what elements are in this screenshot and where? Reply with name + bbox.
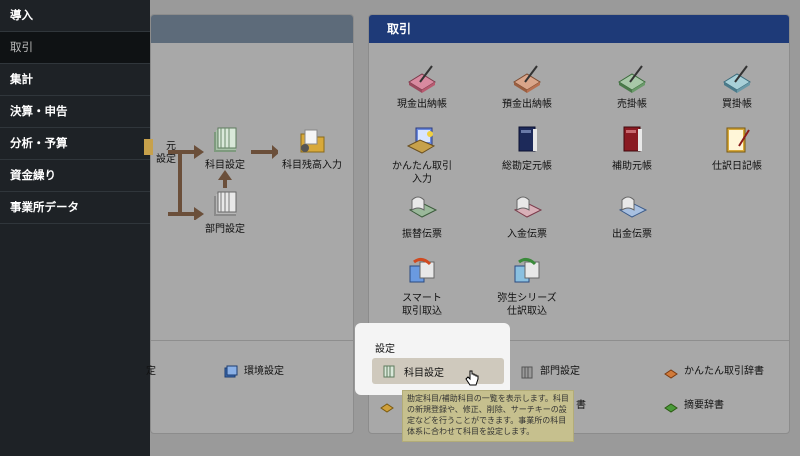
accounts-icon — [383, 365, 395, 378]
furikae-denpyo[interactable]: 振替伝票 — [382, 192, 462, 241]
kantan-torihiki-nyuryoku[interactable]: かんたん取引 入力 — [382, 124, 462, 186]
kaikake-label: 買掛帳 — [722, 99, 752, 110]
sidebar-item-bunseki[interactable]: 分析・予算 — [0, 128, 150, 160]
ledger-pen-icon — [408, 65, 436, 93]
tekiyo-jisho-link[interactable]: 摘要辞書 — [664, 396, 724, 416]
flow-kamoku-zandaka[interactable]: 科目残高入力 — [280, 126, 344, 172]
hojo-motocho[interactable]: 補助元帳 — [592, 124, 672, 173]
import-icon — [514, 257, 540, 283]
tekiyo-jisho-label: 摘要辞書 — [684, 400, 724, 411]
partial-settings-label: 定 — [146, 366, 156, 377]
accounts-icon — [521, 366, 533, 379]
yayoi-series-shiwake-torikomi[interactable]: 弥生シリーズ 仕訳取込 — [487, 256, 567, 318]
slip-icon — [513, 196, 543, 218]
sidebar-item-kessan[interactable]: 決算・申告 — [0, 96, 150, 128]
urikakecho[interactable]: 売掛帳 — [592, 62, 672, 111]
sidebar-item-donyu[interactable]: 導入 — [0, 0, 150, 32]
kantan-label-2: 入力 — [412, 174, 432, 185]
souki-label: 総勘定元帳 — [502, 161, 552, 172]
partial-icon — [144, 139, 153, 155]
flow-bumon-label: 部門設定 — [205, 224, 245, 235]
sokanjo-motocho[interactable]: 総勘定元帳 — [487, 124, 567, 173]
env-settings-label: 環境設定 — [244, 366, 284, 377]
shukkin-label: 出金伝票 — [612, 229, 652, 240]
import-icon — [409, 257, 435, 283]
hand-cursor-icon — [465, 370, 479, 386]
partial-jisho-text: 書 — [576, 396, 586, 416]
yokin-label: 預金出納帳 — [502, 99, 552, 110]
genkin-suitocho[interactable]: 現金出納帳 — [382, 62, 462, 111]
partial-settings-link[interactable]: 定 — [146, 362, 156, 382]
sidebar: 導入 取引 集計 決算・申告 分析・予算 資金繰り 事業所データ — [0, 0, 150, 456]
bumon-settei-label: 部門設定 — [540, 366, 580, 377]
bumon-settei-link[interactable]: 部門設定 — [520, 362, 580, 382]
flow-zandaka-label: 科目残高入力 — [282, 160, 342, 171]
flow-bumon-settei[interactable]: 部門設定 — [200, 190, 250, 236]
shukkin-denpyo[interactable]: 出金伝票 — [592, 192, 672, 241]
yayoi-label-2: 仕訳取込 — [507, 306, 547, 317]
smart-label-1: スマート — [402, 293, 442, 304]
accounts-icon — [214, 191, 237, 216]
tooltip: 勘定科目/補助科目の一覧を表示します。科目の新規登録や、修正、削除、サーチキーの… — [402, 390, 574, 442]
kantan-input-icon — [406, 127, 436, 154]
nyukin-label: 入金伝票 — [507, 229, 547, 240]
kantan-label-1: かんたん取引 — [392, 161, 452, 172]
shiwake-nikkicho[interactable]: 仕訳日記帳 — [697, 124, 777, 173]
ledger-pen-icon — [723, 65, 751, 93]
partial-jisho-label: 書 — [576, 400, 586, 411]
kamoku-settei-button[interactable]: 科目設定 — [372, 358, 504, 384]
kantan-torihiki-jisho-link[interactable]: かんたん取引辞書 — [664, 362, 764, 382]
yokin-suitocho[interactable]: 預金出納帳 — [487, 62, 567, 111]
hojo-label: 補助元帳 — [612, 161, 652, 172]
furikae-label: 振替伝票 — [402, 229, 442, 240]
sidebar-item-jigyosho[interactable]: 事業所データ — [0, 192, 150, 224]
smart-label-2: 取引取込 — [402, 306, 442, 317]
accounts-icon — [214, 127, 237, 152]
setup-panel-header — [151, 15, 353, 43]
kamoku-settei-label: 科目設定 — [404, 367, 444, 379]
flow-kamoku-settei[interactable]: 科目設定 — [200, 126, 250, 172]
settings-section-label: 設定 — [375, 344, 395, 355]
yayoi-label-1: 弥生シリーズ — [497, 293, 557, 304]
kantan-jisho-label: かんたん取引辞書 — [684, 366, 764, 377]
ledger-pen-icon — [618, 65, 646, 93]
tooltip-text: 勘定科目/補助科目の一覧を表示します。科目の新規登録や、修正、削除、サーチキーの… — [407, 394, 569, 436]
journal-icon — [726, 127, 750, 153]
flow-kamoku-label: 科目設定 — [205, 160, 245, 171]
kaikakecho[interactable]: 買掛帳 — [697, 62, 777, 111]
smart-torihiki-torikomi[interactable]: スマート 取引取込 — [382, 256, 462, 318]
partial-jisho-link[interactable] — [380, 396, 400, 416]
folder-icon — [300, 129, 325, 153]
torihiki-panel-title: 取引 — [369, 15, 789, 43]
ledger-pen-icon — [513, 65, 541, 93]
sidebar-item-shikinguri[interactable]: 資金繰り — [0, 160, 150, 192]
nyukin-denpyo[interactable]: 入金伝票 — [487, 192, 567, 241]
slip-icon — [618, 196, 648, 218]
slip-icon — [408, 196, 438, 218]
dictionary-icon — [664, 403, 678, 413]
window-icon — [224, 365, 238, 378]
book-icon — [518, 126, 537, 152]
sidebar-item-shukei[interactable]: 集計 — [0, 64, 150, 96]
divider — [151, 340, 353, 341]
dictionary-icon — [380, 403, 394, 413]
sidebar-item-torihiki[interactable]: 取引 — [0, 32, 150, 64]
genkin-label: 現金出納帳 — [397, 99, 447, 110]
dictionary-icon — [664, 369, 678, 379]
shiwake-nikki-label: 仕訳日記帳 — [712, 161, 762, 172]
env-settings-link[interactable]: 環境設定 — [224, 362, 284, 382]
book-icon — [623, 126, 642, 152]
urikake-label: 売掛帳 — [617, 99, 647, 110]
